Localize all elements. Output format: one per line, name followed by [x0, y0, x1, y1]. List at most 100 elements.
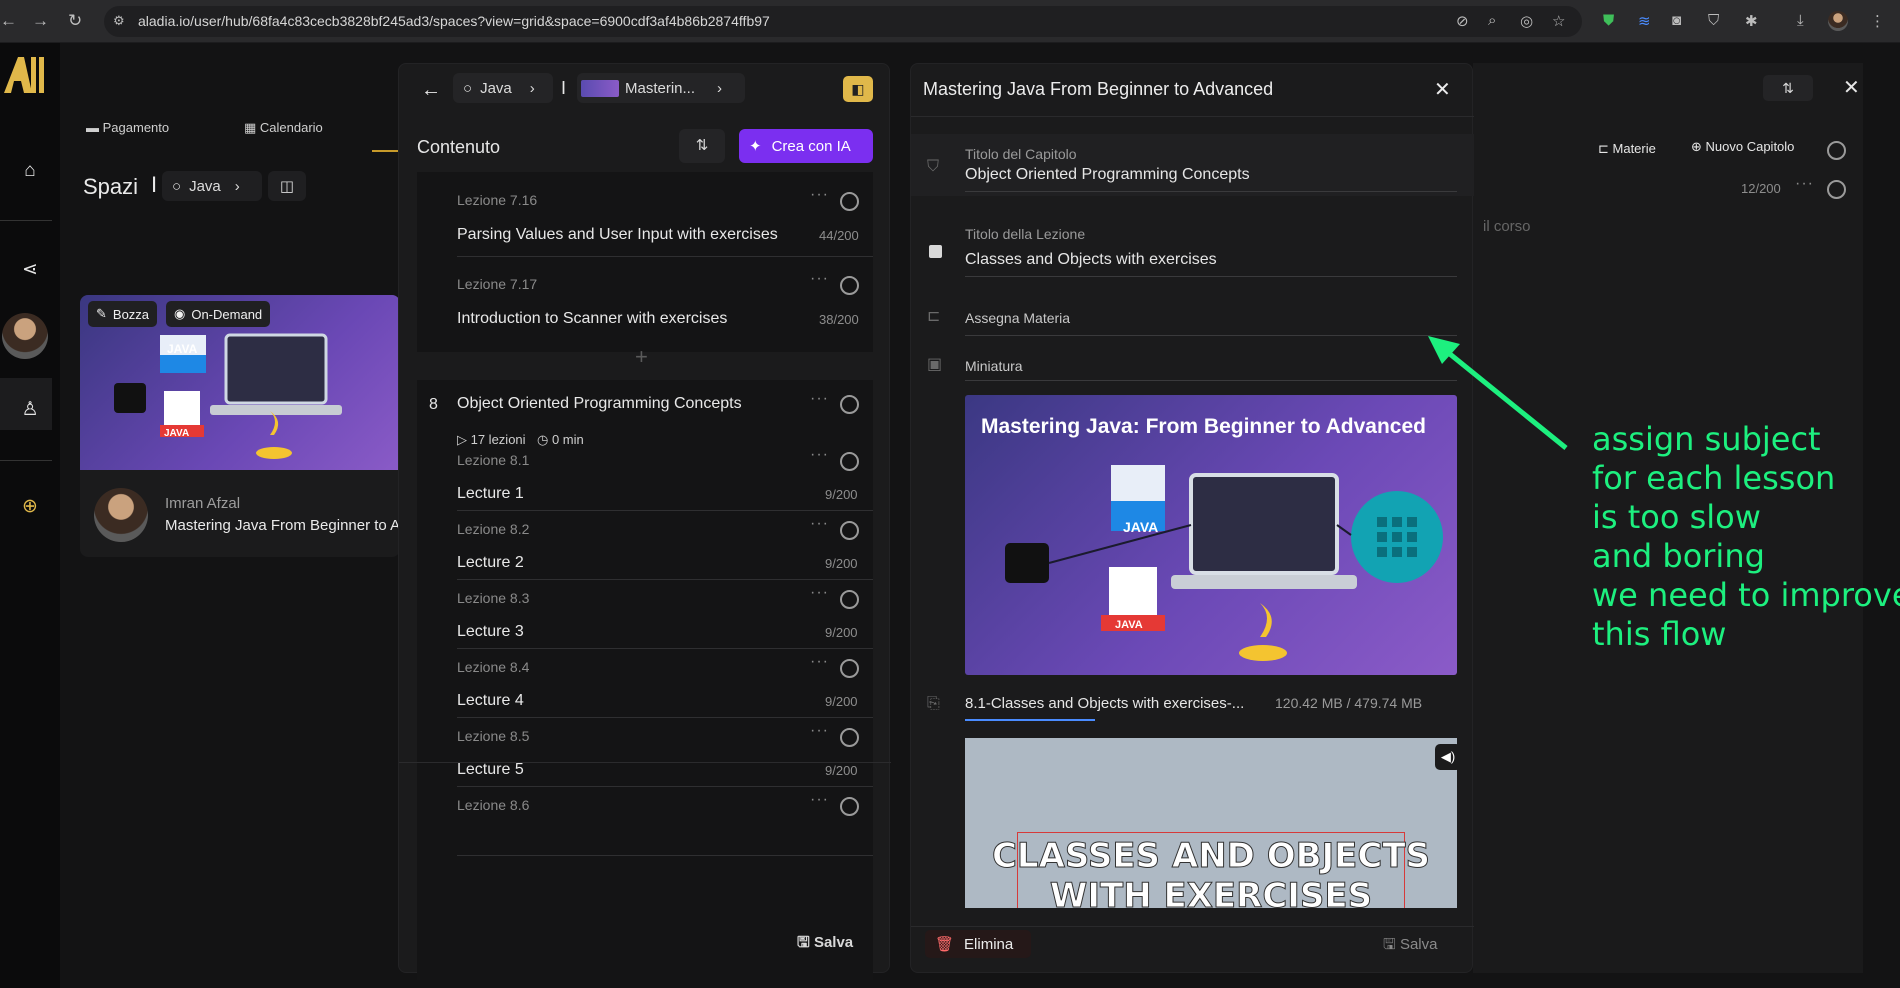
sort-button-bg[interactable]: ⇅ — [1763, 75, 1813, 101]
title-divider: I — [151, 172, 158, 197]
course-crumb[interactable]: Masterin... › — [577, 73, 745, 103]
privacy-ext-icon[interactable]: ⛉ — [1708, 12, 1719, 29]
back-arrow-icon[interactable]: ← — [421, 79, 441, 102]
payment-tab-label: Pagamento — [102, 120, 170, 135]
share-icon[interactable]: ⋖ — [12, 258, 48, 281]
chapter-title-field[interactable]: ⛉ Titolo del Capitolo Object Oriented Pr… — [911, 134, 1474, 196]
lesson-row[interactable]: Lezione 8.1 ··· Lecture 1 9/200 — [417, 452, 873, 521]
thumbnail-image[interactable]: Mastering Java: From Beginner to Advance… — [965, 395, 1457, 675]
char-count: 9/200 — [825, 694, 858, 709]
save-label: Salva — [813, 934, 854, 951]
store-icon[interactable]: ⌂ — [12, 160, 48, 182]
subjects-button[interactable]: ⊏ Materie — [1598, 141, 1656, 157]
lesson-checkbox[interactable] — [840, 276, 859, 295]
lesson-number: Lezione 8.2 — [457, 521, 530, 537]
lesson-title-field[interactable]: Titolo della Lezione Classes and Objects… — [911, 214, 1474, 277]
create-with-ai-button[interactable]: ✦ Crea con IA — [739, 129, 873, 163]
more-options-icon[interactable]: ··· — [810, 452, 829, 464]
space-breadcrumb[interactable]: ○ Java › — [162, 171, 262, 201]
extensions-icon[interactable]: ✱ — [1745, 12, 1758, 30]
course-thumb-mini — [581, 80, 619, 97]
save-button-disabled[interactable]: 🖫 Salva — [1383, 934, 1437, 959]
lesson-row[interactable]: Lezione 8.6 ··· — [417, 791, 873, 866]
more-options-icon[interactable]: ··· — [1795, 175, 1814, 193]
new-chapter-label: Nuovo Capitolo — [1705, 139, 1795, 154]
save-button[interactable]: 🖫 Salva — [797, 932, 853, 957]
back-icon[interactable]: ← — [0, 11, 17, 31]
more-options-icon[interactable]: ··· — [810, 791, 829, 809]
profile-avatar[interactable] — [1828, 11, 1848, 31]
edit-icon: ✎ — [96, 306, 107, 321]
lesson-row[interactable]: Lezione 8.3 ··· Lecture 3 9/200 — [417, 584, 873, 659]
aladia-logo[interactable] — [2, 51, 48, 97]
lesson-checkbox[interactable] — [840, 590, 859, 609]
zoom-icon[interactable]: ⌕ — [1488, 12, 1496, 29]
more-options-icon[interactable]: ··· — [810, 186, 829, 204]
chapter-checkbox[interactable] — [840, 395, 859, 414]
char-count: 38/200 — [819, 312, 859, 327]
sort-button[interactable]: ⇅ — [679, 129, 725, 163]
video-caption-1: CLASSES AND OBJECTS — [991, 836, 1431, 877]
more-options-icon[interactable]: ··· — [810, 270, 829, 288]
layout-toggle-button[interactable]: ◫ — [268, 171, 306, 201]
select-all-checkbox[interactable] — [1827, 141, 1846, 160]
sidebar-toggle-button[interactable]: ◧ — [843, 76, 873, 102]
video-file-size: 120.42 MB / 479.74 MB — [1275, 695, 1423, 711]
add-circle-icon[interactable]: ⊕ — [12, 495, 48, 518]
row-divider — [457, 786, 873, 787]
wave-ext-icon[interactable]: ≋ — [1638, 12, 1651, 30]
video-preview[interactable]: ◀) CLASSES AND OBJECTS WITH EXERCISES — [965, 738, 1457, 908]
url-text[interactable]: aladia.io/user/hub/68fa4c83cecb3828bf245… — [138, 13, 770, 29]
char-count: 9/200 — [825, 556, 858, 571]
chapter-7-lessons: Lezione 7.16 ··· Parsing Values and User… — [417, 172, 873, 369]
shield-ext-icon[interactable]: ⛊ — [1603, 12, 1614, 29]
course-card[interactable]: JAVA JAVA ✎ Bozza ◉ On-Demand Imran Afzal … — [80, 295, 400, 557]
eye-off-icon[interactable]: ◎ — [1520, 12, 1533, 30]
camera-ext-icon[interactable]: ◙ — [1672, 12, 1681, 29]
thumbnail-title: Mastering Java: From Beginner to Advance… — [981, 415, 1426, 438]
assign-subject-field[interactable]: ⊏ Assegna Materia — [911, 296, 1474, 336]
more-options-icon[interactable]: ··· — [810, 722, 829, 740]
payment-tab[interactable]: ▬ Pagamento — [86, 120, 169, 135]
lesson-row[interactable]: Lezione 7.16 ··· Parsing Values and User… — [417, 172, 873, 257]
video-file-row: ⎘ 8.1-Classes and Objects with exercises… — [911, 689, 1474, 721]
close-icon[interactable]: ✕ — [1434, 77, 1451, 102]
lesson-detail-panel: Mastering Java From Beginner to Advanced… — [910, 63, 1474, 973]
download-icon[interactable]: ⤓ — [1797, 12, 1804, 29]
lesson-checkbox[interactable] — [840, 521, 859, 540]
subject-icon: ⊏ — [927, 308, 941, 325]
add-lesson-icon[interactable]: + — [635, 344, 648, 370]
lesson-checkbox[interactable] — [840, 192, 859, 211]
lesson-checkbox[interactable] — [840, 452, 859, 471]
new-chapter-button[interactable]: ⊕ Nuovo Capitolo — [1691, 139, 1794, 155]
user-avatar[interactable] — [2, 313, 48, 359]
more-options-icon[interactable]: ··· — [810, 515, 829, 533]
delete-button[interactable]: 🗑 Elimina — [925, 930, 1031, 958]
menu-icon[interactable]: ⋮ — [1870, 12, 1885, 30]
more-options-icon[interactable]: ··· — [810, 584, 829, 602]
space-crumb-label: Java — [189, 177, 221, 195]
mute-icon[interactable]: ⊘ — [1456, 12, 1469, 30]
more-options-icon[interactable]: ··· — [810, 390, 829, 408]
lesson-row[interactable]: Lezione 7.17 ··· Introduction to Scanner… — [417, 256, 873, 340]
chapter-checkbox[interactable] — [1827, 180, 1846, 199]
chapter-crumb-java[interactable]: ○ Java › — [453, 73, 553, 103]
save-label: Salva — [1399, 936, 1438, 953]
site-info-icon[interactable]: ⚙ — [113, 13, 125, 29]
volume-icon[interactable]: ◀) — [1435, 744, 1457, 770]
lesson-row[interactable]: Lezione 8.4 ··· Lecture 4 9/200 — [417, 653, 873, 728]
forward-icon[interactable]: → — [32, 11, 49, 31]
teacher-icon[interactable]: ♙ — [12, 398, 48, 421]
lesson-checkbox[interactable] — [840, 797, 859, 816]
close-icon-bg[interactable]: ✕ — [1843, 75, 1860, 100]
subjects-label: Materie — [1612, 141, 1656, 156]
lesson-title: Lecture 2 — [457, 554, 524, 571]
more-options-icon[interactable]: ··· — [810, 653, 829, 671]
lesson-checkbox[interactable] — [840, 728, 859, 747]
lesson-row[interactable]: Lezione 8.2 ··· Lecture 2 9/200 — [417, 515, 873, 590]
reload-icon[interactable]: ↻ — [68, 11, 82, 31]
calendar-tab[interactable]: ▦ Calendario — [244, 120, 323, 136]
bookmark-star-icon[interactable]: ☆ — [1552, 12, 1565, 30]
course-title: Mastering Java From Beginner to A — [165, 517, 400, 534]
lesson-checkbox[interactable] — [840, 659, 859, 678]
